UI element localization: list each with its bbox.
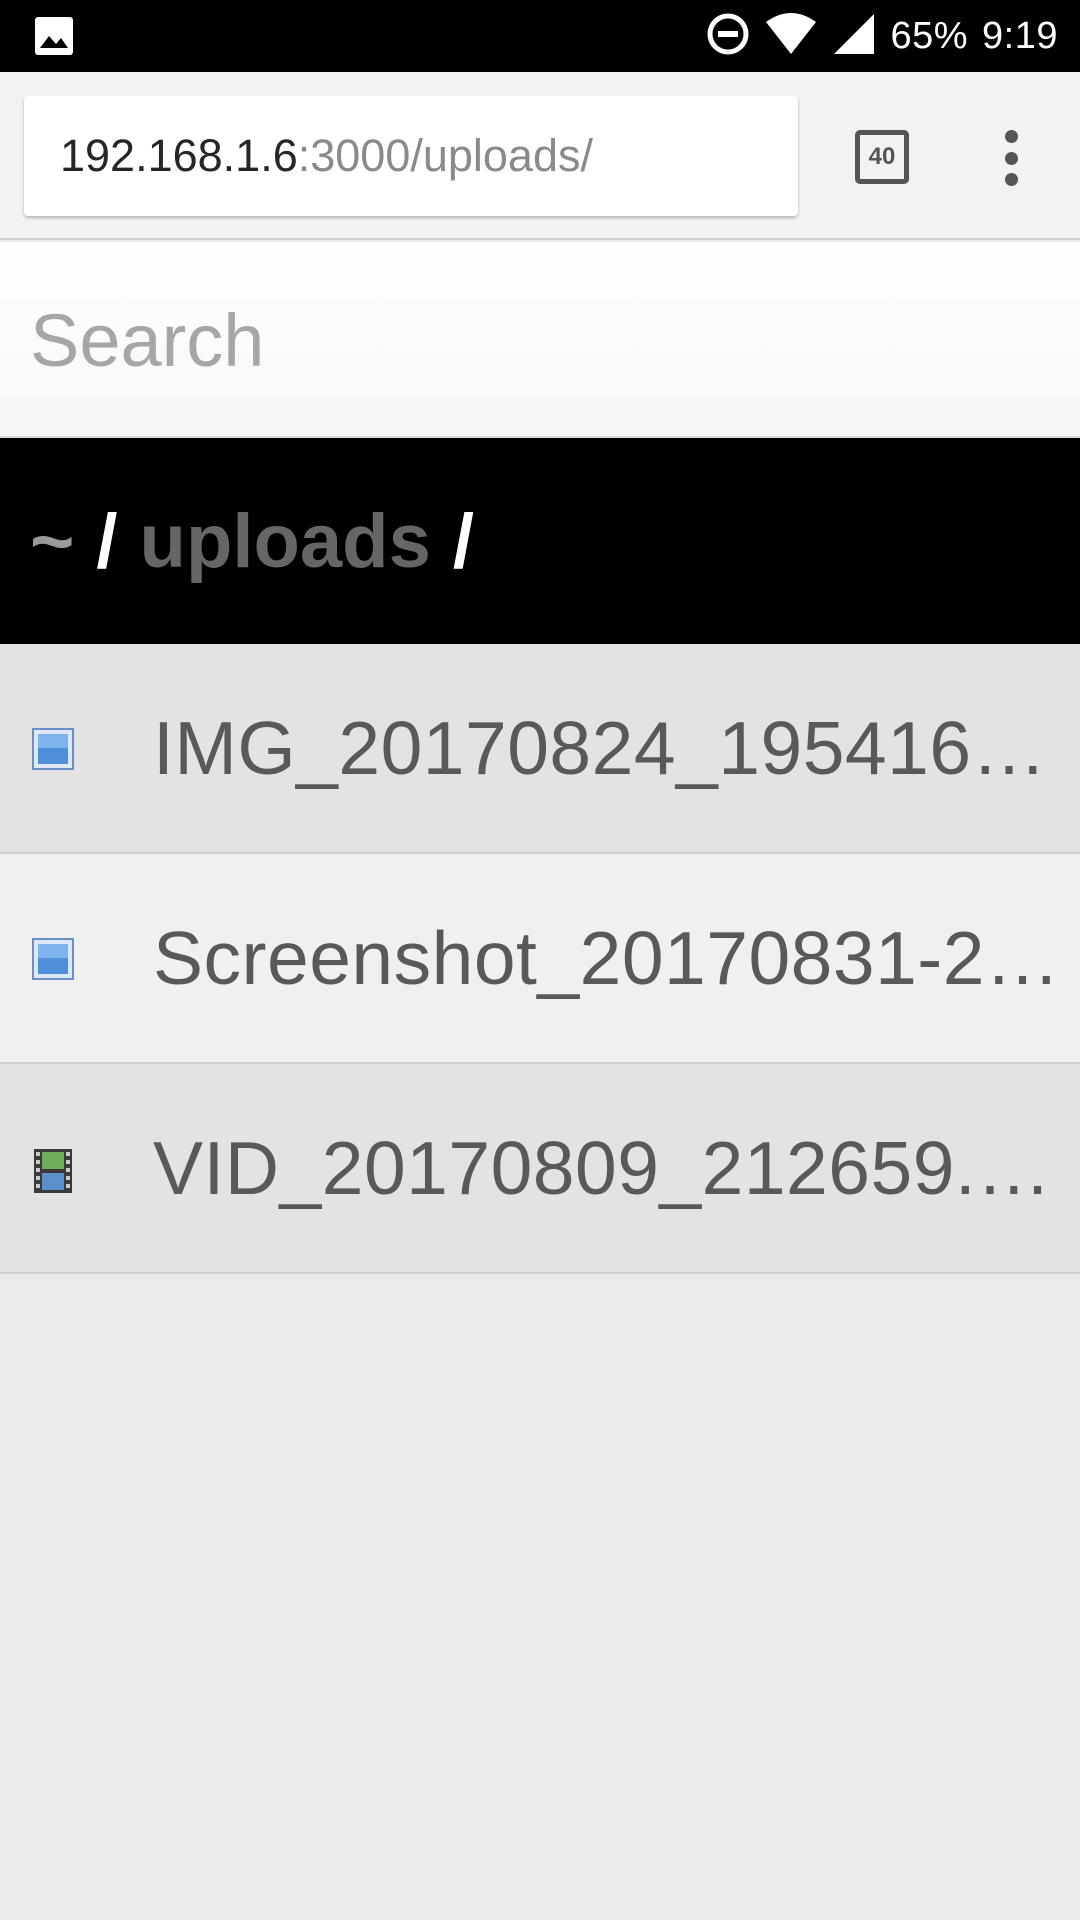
list-item[interactable]: Screenshot_20170831-2… (0, 854, 1080, 1064)
address-bar[interactable]: 192.168.1.6:3000/uploads/ (24, 96, 798, 216)
image-file-icon (32, 728, 74, 770)
list-item[interactable]: IMG_20170824_195416… (0, 644, 1080, 854)
file-name[interactable]: VID_20170809_212659.… (153, 1064, 1053, 1272)
file-list: IMG_20170824_195416… Screenshot_20170831… (0, 644, 1080, 1274)
url-path: :3000/uploads/ (297, 130, 593, 181)
search-input[interactable] (0, 242, 1080, 438)
browser-toolbar: 192.168.1.6:3000/uploads/ 40 (0, 72, 1080, 240)
url-host: 192.168.1.6 (60, 130, 298, 181)
list-item[interactable]: VID_20170809_212659.… (0, 1064, 1080, 1274)
battery-percent: 65% (890, 14, 969, 57)
search-bar (0, 242, 1080, 438)
status-bar: 65% 9:19 (0, 0, 1080, 72)
breadcrumb-separator: / (452, 498, 474, 584)
clock: 9:19 (982, 14, 1058, 57)
video-file-icon (32, 1148, 74, 1193)
breadcrumb: ~ / uploads / (0, 438, 1080, 644)
breadcrumb-home-link[interactable]: ~ (30, 498, 74, 585)
breadcrumb-separator: / (96, 498, 118, 584)
wifi-icon (764, 12, 818, 61)
more-vert-icon[interactable] (985, 128, 1037, 188)
breadcrumb-uploads-link[interactable]: uploads (140, 498, 431, 585)
do-not-disturb-icon (706, 12, 750, 61)
file-name[interactable]: IMG_20170824_195416… (153, 644, 1053, 852)
file-name[interactable]: Screenshot_20170831-2… (153, 854, 1053, 1062)
tab-switcher-button[interactable]: 40 (855, 130, 909, 184)
image-notification-icon (34, 16, 74, 61)
cellular-signal-icon (832, 12, 876, 61)
image-file-icon (32, 938, 74, 980)
tab-count: 40 (868, 143, 896, 170)
